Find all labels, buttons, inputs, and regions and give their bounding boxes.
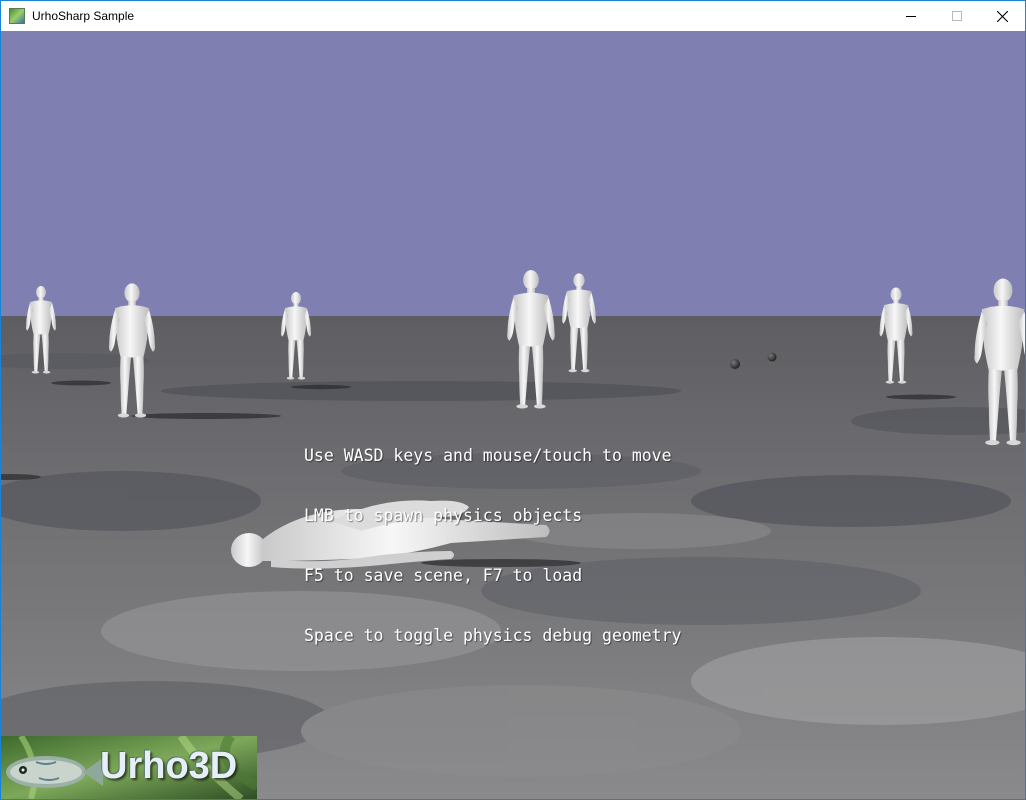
- maximize-button[interactable]: [934, 1, 980, 31]
- instruction-line: Use WASD keys and mouse/touch to move: [304, 446, 672, 465]
- close-icon: [996, 10, 1008, 22]
- instruction-line: F5 to save scene, F7 to load: [304, 566, 583, 585]
- instructions-text: Use WASD keys and mouse/touch to move LM…: [304, 406, 682, 686]
- minimize-button[interactable]: [888, 1, 934, 31]
- logo-text: Urho3D: [100, 745, 238, 787]
- close-button[interactable]: [979, 1, 1025, 31]
- game-viewport[interactable]: Use WASD keys and mouse/touch to move LM…: [1, 31, 1025, 799]
- maximize-icon: [952, 11, 962, 21]
- window-title: UrhoSharp Sample: [32, 9, 135, 23]
- minimize-icon: [906, 16, 916, 17]
- app-window: UrhoSharp Sample Use WASD keys and mouse…: [0, 0, 1026, 800]
- urho3d-logo: Urho3D: [1, 736, 257, 799]
- instruction-line: Space to toggle physics debug geometry: [304, 626, 682, 645]
- app-icon[interactable]: [9, 8, 25, 24]
- instruction-line: LMB to spawn physics objects: [304, 506, 583, 525]
- sky: [1, 31, 1025, 321]
- title-bar[interactable]: UrhoSharp Sample: [1, 1, 1025, 31]
